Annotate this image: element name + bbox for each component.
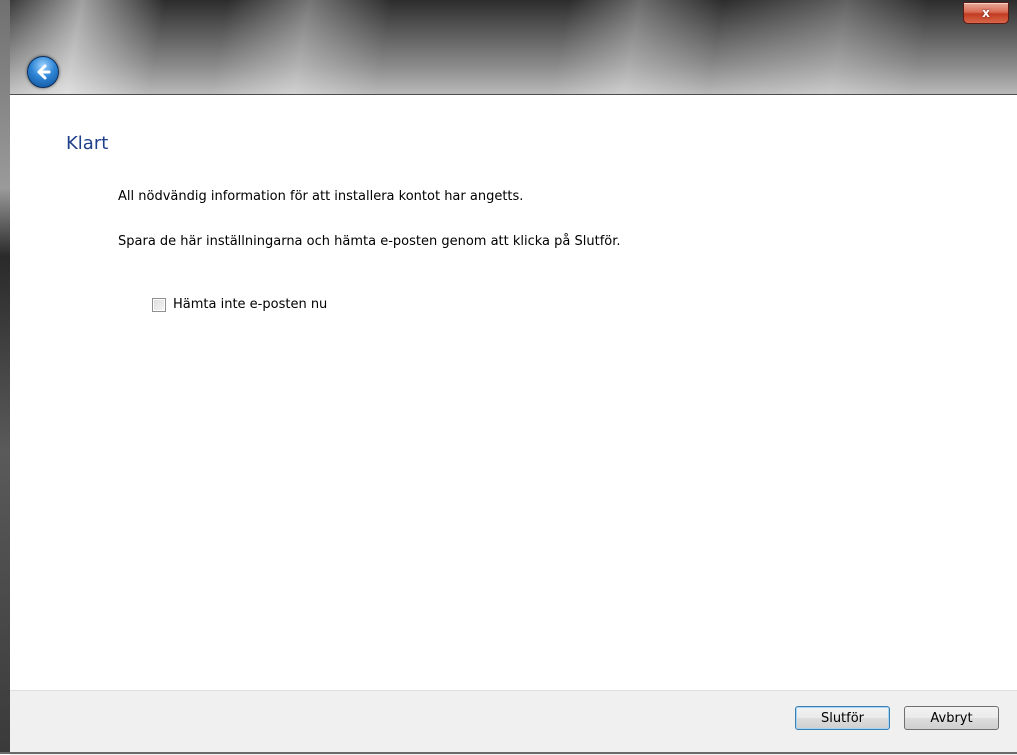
button-bar: Slutför Avbryt [10, 690, 1017, 755]
back-arrow-icon [37, 64, 51, 80]
close-icon: x [982, 6, 990, 20]
cancel-button[interactable]: Avbryt [904, 706, 999, 730]
page-title: Klart [66, 133, 109, 154]
wizard-content: Klart All nödvändig information för att … [10, 95, 1017, 690]
dont-fetch-mail-option[interactable]: Hämta inte e-posten nu [152, 297, 327, 312]
dont-fetch-mail-checkbox[interactable] [152, 297, 166, 312]
finish-button[interactable]: Slutför [795, 706, 890, 730]
title-bar: x [0, 0, 1017, 95]
close-button[interactable]: x [963, 2, 1009, 24]
info-text-complete: All nödvändig information för att instal… [118, 189, 524, 204]
window-frame-edge [0, 0, 10, 754]
wizard-window: x Klart All nödvändig information för at… [0, 0, 1017, 755]
info-text-instruction: Spara de här inställningarna och hämta e… [118, 234, 621, 249]
back-button[interactable] [27, 56, 59, 88]
dont-fetch-mail-label[interactable]: Hämta inte e-posten nu [173, 297, 327, 312]
